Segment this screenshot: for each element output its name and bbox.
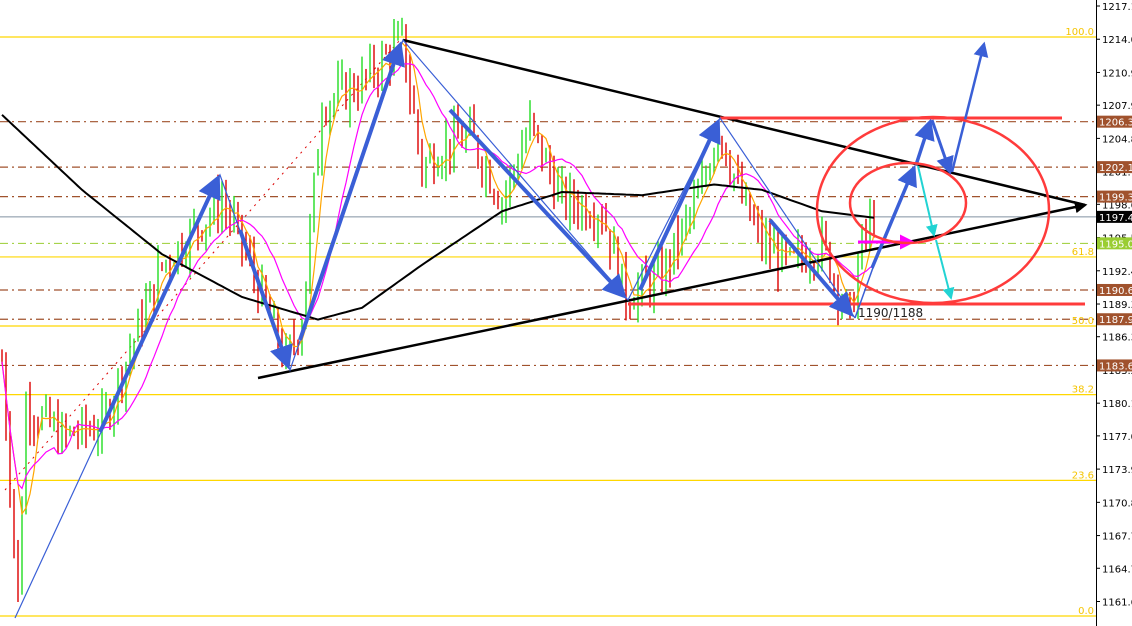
- axis-tick-label: 1217.15: [1102, 2, 1132, 13]
- annotation-1190-1188: 1190/1188: [858, 306, 923, 320]
- axis-tick-label: 1214.05: [1102, 35, 1132, 46]
- price-badge-label: 1190.66: [1099, 286, 1132, 297]
- axis-tick-label: 1170.85: [1102, 498, 1132, 509]
- axis-tick-label: 1186.30: [1102, 333, 1132, 344]
- projection-arrow-2: [914, 118, 935, 166]
- price-badge-label: 1197.48: [1099, 213, 1132, 224]
- axis-tick-label: 1161.60: [1102, 597, 1132, 608]
- axis-tick-label: 1192.45: [1102, 267, 1132, 278]
- triangle-upper-line: [402, 38, 1086, 207]
- projection-arrow-3: [930, 119, 954, 175]
- projection-arrow-4: [950, 41, 989, 173]
- price-axis: 1217.151214.051210.951207.901204.801201.…: [1096, 2, 1132, 608]
- axis-tick-label: 1204.80: [1102, 134, 1132, 145]
- arrow-wave-4: [448, 108, 627, 299]
- fib-label: 61.8: [1072, 247, 1094, 258]
- red-dotted-trendline: [4, 39, 401, 491]
- price-badge-label: 1183.62: [1099, 361, 1132, 372]
- price-badge-label: 1195.01: [1099, 239, 1132, 250]
- price-badge-label: 1202.12: [1099, 163, 1132, 174]
- arrow-wave-5: [638, 118, 721, 291]
- price-badge-label: 1187.93: [1099, 315, 1132, 326]
- fib-label: 0.0: [1078, 606, 1094, 617]
- axis-tick-label: 1189.35: [1102, 300, 1132, 311]
- ma-fast-line: [1, 41, 875, 516]
- wave-arrows: [14, 38, 989, 619]
- axis-tick-label: 1173.95: [1102, 465, 1132, 476]
- target-zone-small: [848, 161, 968, 245]
- fib-label: 23.6: [1072, 470, 1094, 481]
- fib-label: 100.0: [1065, 27, 1094, 38]
- moving-averages: [1, 41, 875, 516]
- axis-tick-label: 1180.10: [1102, 399, 1132, 410]
- price-badge-label: 1199.37: [1099, 193, 1132, 204]
- arrow-wave-1: [98, 174, 221, 433]
- fib-label: 50.0: [1072, 316, 1094, 327]
- axis-tick-label: 1164.70: [1102, 564, 1132, 575]
- price-chart[interactable]: 100.0 61.8 50.0 38.2 23.6 0.0 1190/1188 1217.…: [0, 0, 1132, 626]
- price-badge-label: 1206.36: [1099, 118, 1132, 129]
- axis-tick-label: 1210.95: [1102, 68, 1132, 79]
- triangle-lower-line: [257, 200, 1088, 380]
- axis-tick-label: 1207.90: [1102, 101, 1132, 112]
- wave-thin-path: [14, 38, 856, 619]
- projection-arrow-1: [870, 164, 917, 269]
- axis-tick-label: 1177.05: [1102, 432, 1132, 443]
- fib-label: 38.2: [1072, 385, 1094, 396]
- fibonacci-levels: 100.0 61.8 50.0 38.2 23.6 0.0: [0, 27, 1096, 617]
- axis-tick-label: 1167.75: [1102, 532, 1132, 543]
